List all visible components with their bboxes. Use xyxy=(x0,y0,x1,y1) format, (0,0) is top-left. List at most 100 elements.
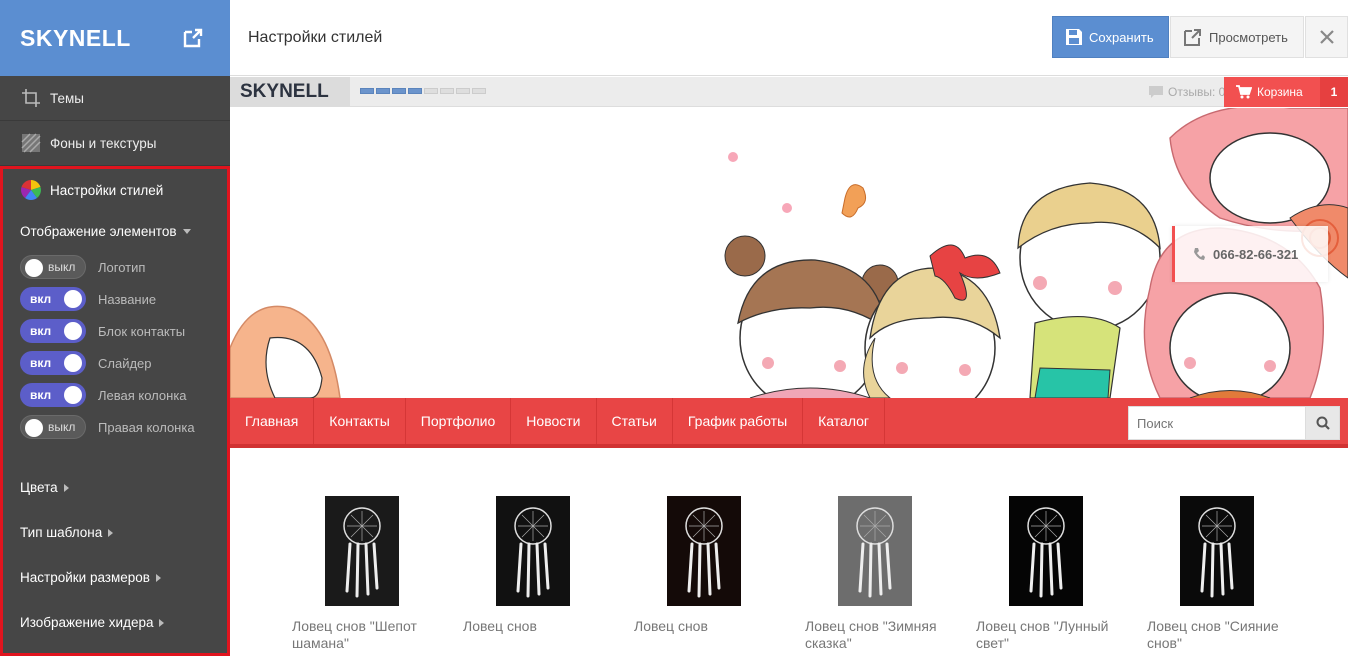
cart-count-badge: 1 xyxy=(1320,77,1348,107)
sidebar-item-themes[interactable]: Темы xyxy=(0,76,230,121)
product-card[interactable]: Ловец снов "Зимняя сказка" xyxy=(805,496,945,652)
cart-icon xyxy=(1236,85,1252,99)
toggle-state: вкл xyxy=(30,356,52,370)
toggle-switch[interactable]: вкл xyxy=(20,287,86,311)
section-size-settings[interactable]: Настройки размеров xyxy=(3,555,227,600)
product-card[interactable]: Ловец снов "Лунный свет" xyxy=(976,496,1116,652)
nav-item[interactable]: Каталог xyxy=(803,398,886,444)
product-image[interactable] xyxy=(1180,496,1254,606)
nav-item[interactable]: График работы xyxy=(673,398,804,444)
cart-label: Корзина xyxy=(1257,85,1303,99)
search-box xyxy=(1128,406,1340,440)
product-image[interactable] xyxy=(1009,496,1083,606)
toggle-label: Блок контакты xyxy=(98,323,186,339)
external-link-icon[interactable] xyxy=(182,27,204,49)
reviews-count: Отзывы: 0 xyxy=(1168,85,1226,99)
product-image[interactable] xyxy=(325,496,399,606)
section-template-type[interactable]: Тип шаблона xyxy=(3,510,227,555)
caret-right-icon xyxy=(63,483,69,492)
product-card[interactable]: Ловец снов xyxy=(634,496,774,635)
external-link-icon xyxy=(1184,29,1201,46)
nav-item[interactable]: Новости xyxy=(511,398,597,444)
header-banner-image: 066-82-66-321 xyxy=(230,108,1348,398)
site-preview: SKYNELL Отзывы: 0 Корзина 1 066-82-66-32… xyxy=(230,77,1348,656)
section-label: Тип шаблона xyxy=(20,525,103,540)
toggle-knob xyxy=(25,259,43,277)
reviews-link[interactable]: Отзывы: 0 xyxy=(1148,85,1225,99)
preview-logo[interactable]: SKYNELL xyxy=(230,77,350,107)
sidebar: SKYNELL Темы Фоны и текстуры Настройки с… xyxy=(0,0,230,656)
brand-bar: SKYNELL xyxy=(0,0,230,76)
product-card[interactable]: Ловец снов xyxy=(463,496,603,635)
product-image[interactable] xyxy=(838,496,912,606)
toggle-label: Логотип xyxy=(98,259,146,275)
style-settings-label: Настройки стилей xyxy=(50,182,164,198)
comment-icon xyxy=(1149,86,1163,98)
product-card[interactable]: Ловец снов "Шепот шамана" xyxy=(292,496,432,652)
section-header-image[interactable]: Изображение хидера xyxy=(3,600,227,645)
texture-icon xyxy=(20,132,42,154)
toggle-knob xyxy=(64,386,82,404)
elements-display-toggle[interactable]: Отображение элементов xyxy=(3,211,227,251)
toggle-label: Название xyxy=(98,291,157,307)
toggle-row: вкл Блок контакты xyxy=(3,315,227,347)
product-card[interactable]: Ловец снов "Сияние снов" xyxy=(1147,496,1287,652)
toggle-row: выкл Правая колонка xyxy=(3,411,227,443)
save-button[interactable]: Сохранить xyxy=(1052,16,1169,58)
color-wheel-icon xyxy=(21,180,41,200)
toggle-switch[interactable]: выкл xyxy=(20,415,86,439)
toggle-switch[interactable]: вкл xyxy=(20,319,86,343)
product-name[interactable]: Ловец снов "Шепот шамана" xyxy=(292,618,432,652)
top-bar: Настройки стилей Сохранить Просмотреть xyxy=(230,0,1348,76)
toggle-switch[interactable]: вкл xyxy=(20,383,86,407)
product-image[interactable] xyxy=(667,496,741,606)
toggle-row: вкл Слайдер xyxy=(3,347,227,379)
floppy-disk-icon xyxy=(1066,29,1082,45)
section-colors[interactable]: Цвета xyxy=(3,465,227,510)
product-name[interactable]: Ловец снов "Лунный свет" xyxy=(976,618,1116,652)
cart-button[interactable]: Корзина 1 xyxy=(1224,77,1348,107)
toggle-knob xyxy=(64,354,82,372)
preview-button[interactable]: Просмотреть xyxy=(1170,16,1304,58)
phone-icon xyxy=(1194,248,1205,260)
product-name[interactable]: Ловец снов xyxy=(634,618,774,635)
product-name[interactable]: Ловец снов "Сияние снов" xyxy=(1147,618,1287,652)
product-name[interactable]: Ловец снов xyxy=(463,618,603,635)
crop-icon xyxy=(20,87,42,109)
toggle-row: вкл Левая колонка xyxy=(3,379,227,411)
search-input[interactable] xyxy=(1129,407,1305,439)
toggle-switch[interactable]: выкл xyxy=(20,255,86,279)
close-button[interactable] xyxy=(1305,16,1348,58)
section-label: Настройки размеров xyxy=(20,570,150,585)
phone-number: 066-82-66-321 xyxy=(1213,246,1299,262)
sidebar-item-style-settings[interactable]: Настройки стилей xyxy=(3,169,227,211)
caret-right-icon xyxy=(159,618,165,627)
search-button[interactable] xyxy=(1305,407,1339,439)
style-settings-panel: Настройки стилей Отображение элементов в… xyxy=(0,166,230,656)
section-label: Цвета xyxy=(20,480,58,495)
sidebar-item-label: Темы xyxy=(50,90,84,106)
nav-item[interactable]: Портфолио xyxy=(406,398,512,444)
brand-logo[interactable]: SKYNELL xyxy=(20,25,131,52)
toggle-state: вкл xyxy=(30,388,52,402)
nav-item[interactable]: Контакты xyxy=(314,398,406,444)
sidebar-item-backgrounds[interactable]: Фоны и текстуры xyxy=(0,121,230,166)
toggle-label: Левая колонка xyxy=(98,387,187,403)
toggle-knob xyxy=(25,419,43,437)
toggle-switch[interactable]: вкл xyxy=(20,351,86,375)
progress-dots xyxy=(360,88,486,94)
toggle-state: выкл xyxy=(48,260,76,274)
caret-down-icon xyxy=(182,228,191,234)
preview-top-bar: SKYNELL Отзывы: 0 Корзина 1 xyxy=(230,77,1348,107)
product-image[interactable] xyxy=(496,496,570,606)
save-button-label: Сохранить xyxy=(1089,29,1154,45)
nav-item[interactable]: Главная xyxy=(230,398,315,444)
product-name[interactable]: Ловец снов "Зимняя сказка" xyxy=(805,618,945,652)
toggle-knob xyxy=(64,290,82,308)
toggle-label: Правая колонка xyxy=(98,419,195,435)
phone-contact[interactable]: 066-82-66-321 xyxy=(1172,226,1328,282)
site-nav-menu: Главная Контакты Портфолио Новости Статьи Гра… xyxy=(230,398,1348,448)
page-title: Настройки стилей xyxy=(248,29,383,46)
product-grid: Ловец снов "Шепот шамана" Ловец снов Ловец… xyxy=(230,452,1348,656)
nav-item[interactable]: Статьи xyxy=(597,398,673,444)
